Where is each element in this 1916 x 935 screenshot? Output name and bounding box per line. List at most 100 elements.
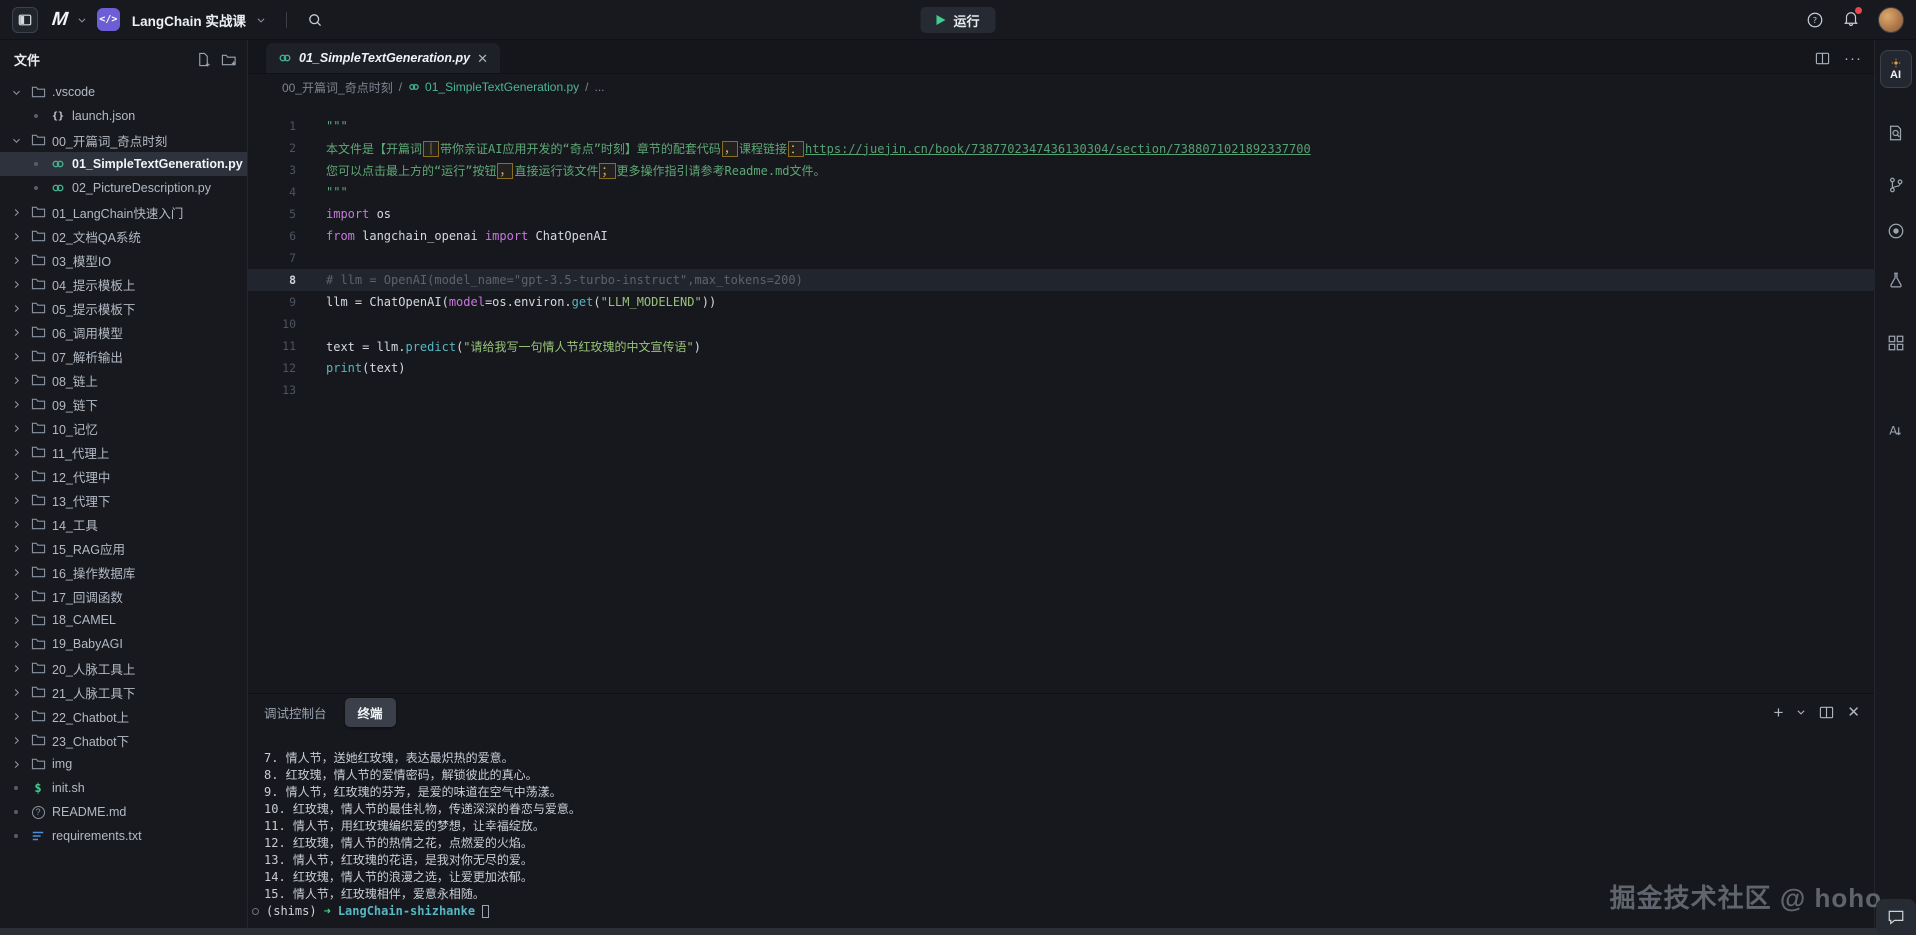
tree-item[interactable]: 13_代理下: [0, 488, 247, 512]
tree-dot: [14, 786, 18, 790]
tree-item[interactable]: 12_代理中: [0, 464, 247, 488]
tab-terminal[interactable]: 终端: [345, 698, 396, 727]
tree-item[interactable]: 14_工具: [0, 512, 247, 536]
tree-chevron[interactable]: [8, 207, 24, 218]
help-icon[interactable]: ?: [1806, 11, 1824, 29]
new-file-icon[interactable]: [196, 52, 211, 67]
project-chevron-down-icon[interactable]: [256, 15, 266, 25]
tree-item[interactable]: 20_人脉工具上: [0, 656, 247, 680]
tree-chevron[interactable]: [8, 543, 24, 554]
notifications-button[interactable]: [1842, 9, 1860, 30]
feedback-bubble-button[interactable]: [1876, 899, 1916, 935]
tree-item[interactable]: 04_提示模板上: [0, 272, 247, 296]
code-line: 9llm = ChatOpenAI(model=os.environ.get("…: [248, 291, 1874, 313]
tree-chevron[interactable]: [8, 303, 24, 314]
tree-item-label: 01_SimpleTextGeneration.py: [72, 157, 243, 171]
tree-item[interactable]: 05_提示模板下: [0, 296, 247, 320]
tree-item[interactable]: 21_人脉工具下: [0, 680, 247, 704]
tree-item[interactable]: 01_SimpleTextGeneration.py: [0, 152, 247, 176]
tree-item[interactable]: $init.sh: [0, 776, 247, 800]
folder-icon: [31, 421, 46, 435]
tree-item[interactable]: 16_操作数据库: [0, 560, 247, 584]
code-editor[interactable]: 00_开篇词_奇点时刻 / 01_SimpleTextGeneration.py…: [248, 74, 1874, 693]
tab-01-simpletextgeneration[interactable]: 01_SimpleTextGeneration.py ✕: [266, 43, 500, 73]
run-button[interactable]: 运行: [920, 7, 995, 33]
tree-item[interactable]: ?README.md: [0, 800, 247, 824]
editor-tab-bar: 01_SimpleTextGeneration.py ✕ ···: [248, 40, 1874, 74]
tree-item[interactable]: 11_代理上: [0, 440, 247, 464]
typography-icon[interactable]: A: [1887, 422, 1905, 440]
extensions-grid-icon[interactable]: [1887, 334, 1905, 352]
tree-item[interactable]: requirements.txt: [0, 824, 247, 848]
tab-close-icon[interactable]: ✕: [477, 52, 488, 65]
tree-chevron[interactable]: [8, 447, 24, 458]
file-search-icon[interactable]: [1887, 124, 1905, 142]
tree-item[interactable]: 23_Chatbot下: [0, 728, 247, 752]
tree-chevron[interactable]: [8, 711, 24, 722]
tree-item[interactable]: 15_RAG应用: [0, 536, 247, 560]
line-number: 4: [248, 185, 296, 199]
ai-assistant-button[interactable]: AI: [1880, 50, 1912, 88]
close-panel-icon[interactable]: ✕: [1847, 703, 1860, 721]
tree-item[interactable]: 19_BabyAGI: [0, 632, 247, 656]
tree-item[interactable]: img: [0, 752, 247, 776]
tree-chevron[interactable]: [8, 615, 24, 626]
breadcrumb-more[interactable]: ...: [594, 80, 604, 94]
tree-chevron[interactable]: [8, 687, 24, 698]
tree-item[interactable]: 18_CAMEL: [0, 608, 247, 632]
split-editor-icon[interactable]: [1815, 51, 1830, 66]
tree-chevron[interactable]: [8, 495, 24, 506]
tree-chevron[interactable]: [8, 231, 24, 242]
tree-chevron[interactable]: [8, 423, 24, 434]
search-icon[interactable]: [307, 12, 323, 28]
project-name[interactable]: LangChain 实战课: [132, 10, 246, 30]
tree-item[interactable]: 22_Chatbot上: [0, 704, 247, 728]
tab-debug-console[interactable]: 调试控制台: [264, 703, 327, 722]
tree-item[interactable]: {}launch.json: [0, 104, 247, 128]
tree-item[interactable]: 02_PictureDescription.py: [0, 176, 247, 200]
new-folder-icon[interactable]: [221, 52, 237, 67]
flask-icon[interactable]: [1887, 271, 1905, 289]
breadcrumb[interactable]: 00_开篇词_奇点时刻 / 01_SimpleTextGeneration.py…: [248, 74, 1874, 100]
tree-chevron[interactable]: [8, 327, 24, 338]
split-panel-icon[interactable]: [1819, 705, 1834, 720]
tree-chevron[interactable]: [8, 663, 24, 674]
tree-chevron[interactable]: [8, 375, 24, 386]
marscode-logo[interactable]: M: [51, 9, 68, 31]
tree-item[interactable]: 06_调用模型: [0, 320, 247, 344]
tree-chevron[interactable]: [8, 759, 24, 770]
user-avatar[interactable]: [1878, 7, 1904, 33]
tree-chevron[interactable]: [8, 135, 24, 146]
new-terminal-icon[interactable]: +: [1773, 704, 1783, 721]
tree-item[interactable]: 07_解析输出: [0, 344, 247, 368]
chat-bubble-icon: [1887, 909, 1905, 925]
tree-item[interactable]: 08_链上: [0, 368, 247, 392]
tree-item[interactable]: 00_开篇词_奇点时刻: [0, 128, 247, 152]
tree-chevron[interactable]: [8, 735, 24, 746]
tree-item[interactable]: 03_模型IO: [0, 248, 247, 272]
tree-chevron[interactable]: [8, 591, 24, 602]
breadcrumb-folder[interactable]: 00_开篇词_奇点时刻: [282, 79, 393, 96]
tree-item[interactable]: 09_链下: [0, 392, 247, 416]
tree-chevron[interactable]: [8, 87, 24, 98]
tree-item[interactable]: 17_回调函数: [0, 584, 247, 608]
tree-item[interactable]: 02_文档QA系统: [0, 224, 247, 248]
tree-chevron[interactable]: [8, 351, 24, 362]
logo-chevron-down-icon[interactable]: [77, 15, 87, 25]
tree-chevron[interactable]: [8, 279, 24, 290]
tree-chevron[interactable]: [8, 639, 24, 650]
terminal-options-chevron-icon[interactable]: [1796, 707, 1806, 717]
tree-item[interactable]: 01_LangChain快速入门: [0, 200, 247, 224]
tree-chevron[interactable]: [8, 519, 24, 530]
breadcrumb-file[interactable]: 01_SimpleTextGeneration.py: [408, 80, 579, 94]
tree-chevron[interactable]: [8, 399, 24, 410]
tree-chevron[interactable]: [8, 567, 24, 578]
tree-chevron[interactable]: [8, 255, 24, 266]
tree-item[interactable]: .vscode: [0, 80, 247, 104]
git-branch-icon[interactable]: [1887, 176, 1905, 194]
tree-chevron[interactable]: [8, 471, 24, 482]
tree-item[interactable]: 10_记忆: [0, 416, 247, 440]
more-actions-icon[interactable]: ···: [1844, 50, 1862, 67]
sidebar-toggle-button[interactable]: [12, 7, 38, 33]
debug-icon[interactable]: [1887, 222, 1905, 240]
